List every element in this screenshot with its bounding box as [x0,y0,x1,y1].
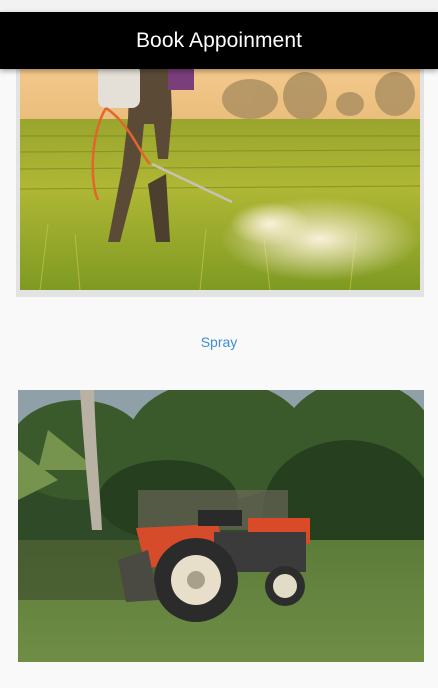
tractor-image [18,390,424,662]
page-title: Book Appoinment [135,28,303,52]
service-card-spray[interactable] [18,390,424,662]
service-card-spraying[interactable] [16,60,424,297]
status-bar [0,0,438,12]
app-bar: Book Appoinment [0,12,438,69]
service-label-spray[interactable]: Spray [0,334,438,350]
spraying-field-image [20,64,420,290]
